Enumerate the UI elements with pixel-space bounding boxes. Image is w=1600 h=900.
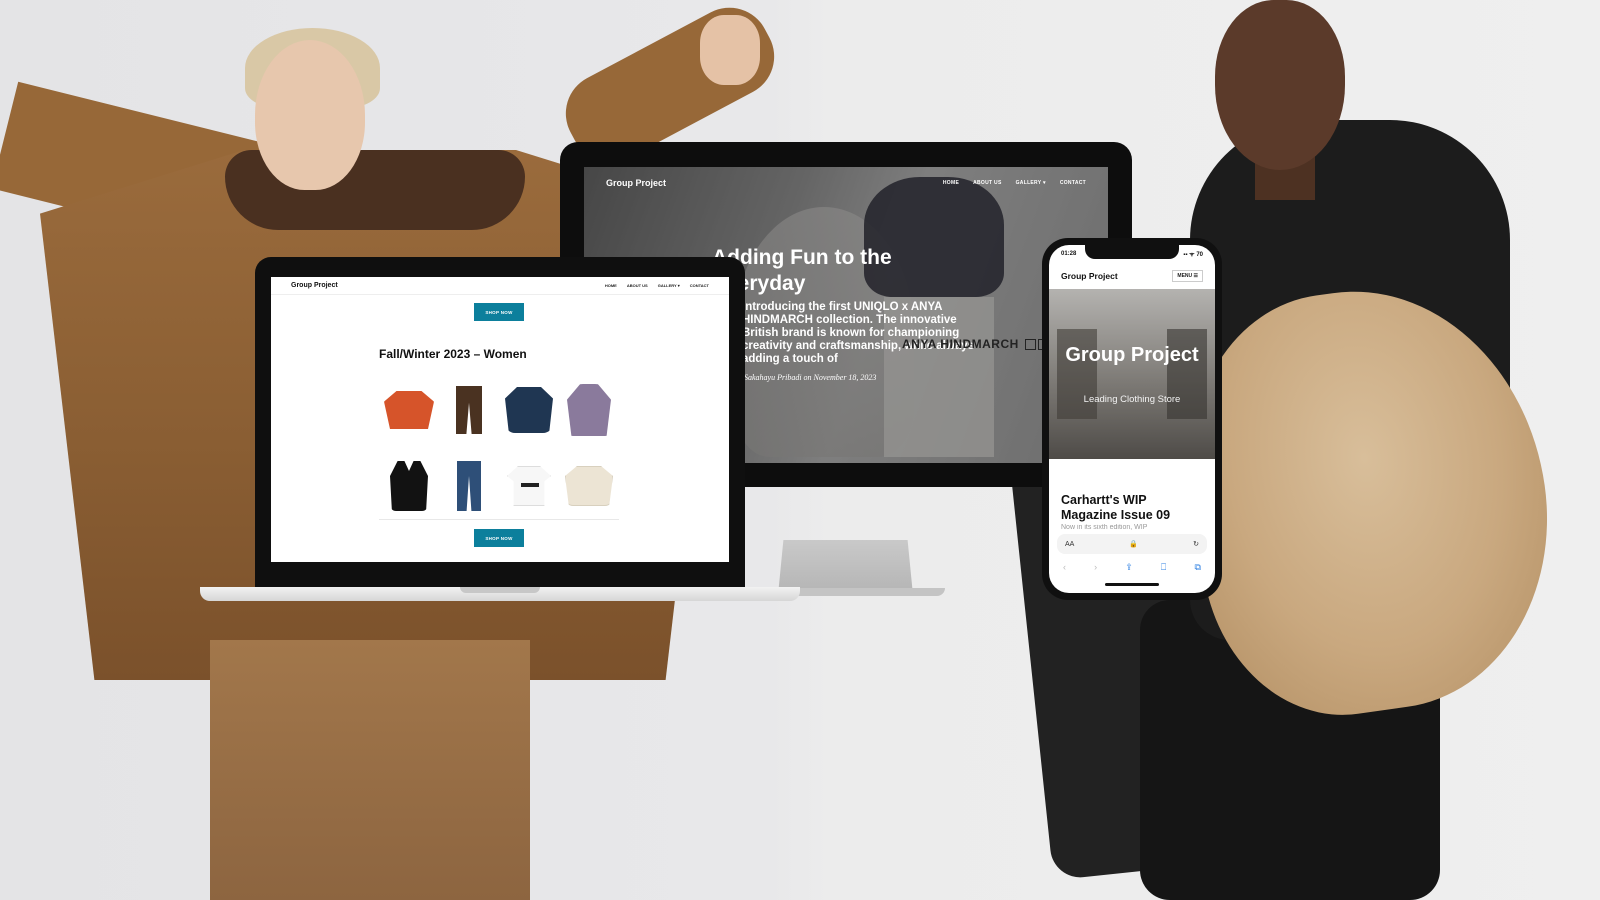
anya-hindmarch-logo: ANYA HINDMARCH [902, 337, 1049, 351]
status-icons: ▪▪ ᯤ 70 [1183, 252, 1203, 258]
nav-home[interactable]: HOME [943, 180, 959, 186]
article-excerpt: Now in its sixth edition, WIP [1061, 524, 1148, 530]
laptop-brand-link[interactable]: Group Project [291, 282, 338, 289]
browser-toolbar: ‹ › ⇪ ⎕ ⧉ [1049, 557, 1215, 577]
status-bar: 01:28 ▪▪ ᯤ 70 [1049, 245, 1215, 263]
laptop: Group Project HOME ABOUT US GALLERY ▾ CO… [255, 257, 745, 587]
text-size-button[interactable]: AA [1065, 541, 1074, 548]
laptop-navbar: Group Project HOME ABOUT US GALLERY ▾ CO… [271, 277, 729, 295]
nav-gallery[interactable]: GALLERY ▾ [1016, 180, 1046, 186]
product-pants[interactable] [439, 372, 499, 448]
phone-screen: 01:28 ▪▪ ᯤ 70 Group Project MENU ☰ Group… [1049, 245, 1215, 593]
laptop-nav-links: HOME ABOUT US GALLERY ▾ CONTACT [605, 283, 709, 288]
divider [379, 519, 619, 520]
browser-url-bar[interactable]: AA 🔒 ↻ [1057, 534, 1207, 554]
phone-brand-link[interactable]: Group Project [1061, 271, 1118, 281]
nav-about-us[interactable]: ABOUT US [973, 180, 1002, 186]
share-icon[interactable]: ⇪ [1125, 562, 1133, 573]
nav-contact[interactable]: CONTACT [690, 283, 709, 288]
bookmarks-icon[interactable]: ⎕ [1161, 562, 1166, 573]
article-byline: Sakahayu Pribadi on November 18, 2023 [744, 373, 877, 382]
reload-icon[interactable]: ↻ [1193, 540, 1199, 548]
nav-about-us[interactable]: ABOUT US [627, 283, 648, 288]
forward-icon[interactable]: › [1094, 562, 1097, 572]
hero-intro-text: Introducing the first UNIQLO x ANYA HIND… [742, 301, 975, 365]
product-jeans[interactable] [439, 448, 499, 524]
tabs-icon[interactable]: ⧉ [1194, 562, 1200, 573]
lock-icon: 🔒 [1129, 541, 1139, 548]
desktop-brand-link[interactable]: Group Project [606, 178, 666, 188]
hero-subtitle: Leading Clothing Store [1083, 394, 1181, 405]
product-tshirt[interactable] [499, 448, 559, 524]
status-time: 01:28 [1061, 251, 1077, 257]
home-indicator [1105, 583, 1159, 586]
product-cream-jacket[interactable] [559, 448, 619, 524]
hero-headline: Adding Fun to the Everyday [712, 246, 892, 295]
article-title[interactable]: Carhartt's WIP Magazine Issue 09 [1061, 493, 1201, 523]
phone-hero: Group Project Leading Clothing Store [1049, 289, 1215, 459]
menu-button[interactable]: MENU ☰ [1172, 270, 1203, 282]
back-icon[interactable]: ‹ [1063, 562, 1066, 572]
desktop-nav-links: HOME ABOUT US GALLERY ▾ CONTACT [943, 180, 1086, 186]
shop-now-button-bottom[interactable]: SHOP NOW [474, 529, 524, 547]
product-grid [379, 372, 619, 512]
laptop-screen: Group Project HOME ABOUT US GALLERY ▾ CO… [271, 277, 729, 562]
product-jacket[interactable] [499, 372, 559, 448]
collection-title: Fall/Winter 2023 – Women [379, 347, 527, 361]
smartphone: 01:28 ▪▪ ᯤ 70 Group Project MENU ☰ Group… [1042, 238, 1222, 600]
phone-header: Group Project MENU ☰ [1049, 265, 1215, 287]
hero-title: Group Project [1065, 344, 1199, 366]
product-vest[interactable] [379, 448, 439, 524]
nav-contact[interactable]: CONTACT [1060, 180, 1086, 186]
nav-gallery[interactable]: GALLERY ▾ [658, 283, 680, 288]
laptop-notch [460, 587, 540, 593]
shop-now-button-top[interactable]: SHOP NOW [474, 303, 524, 321]
product-hoodie[interactable] [559, 372, 619, 448]
product-sweater[interactable] [379, 372, 439, 448]
desktop-navbar: Group Project HOME ABOUT US GALLERY ▾ CO… [584, 167, 1108, 199]
nav-home[interactable]: HOME [605, 283, 617, 288]
